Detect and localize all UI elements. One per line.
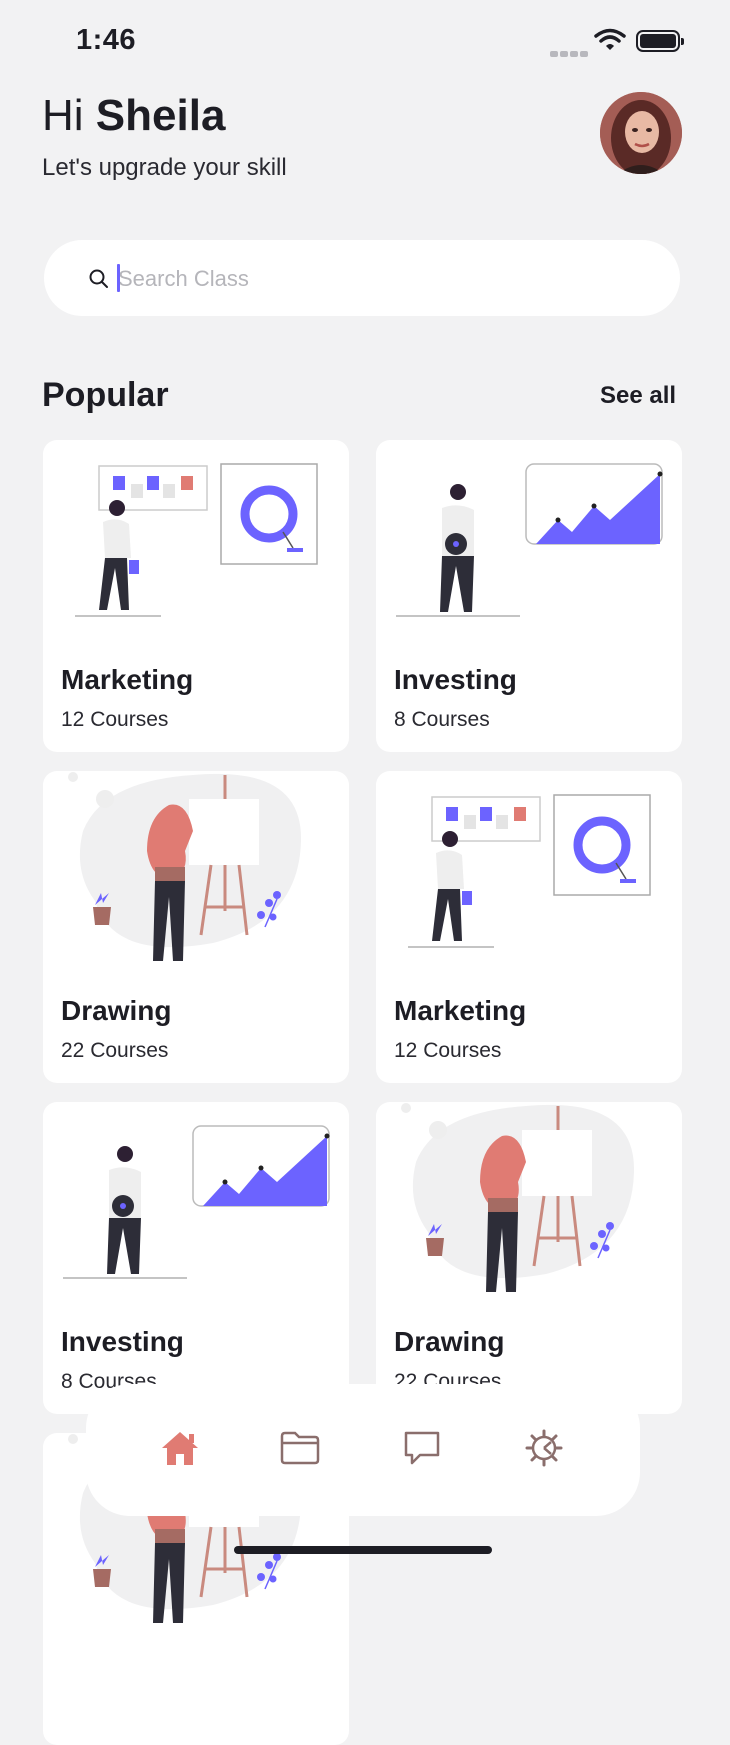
tab-home[interactable] [156, 1424, 204, 1472]
course-card-count: 12 Courses [394, 1039, 502, 1062]
marketing-illustration [408, 794, 651, 948]
status-bar: 1:46 [0, 0, 730, 80]
greeting-subtitle: Let's upgrade your skill [42, 154, 287, 181]
avatar[interactable] [600, 92, 682, 174]
marketing-illustration [75, 463, 318, 617]
bottom-tab-bar [86, 1384, 640, 1516]
course-card-investing[interactable]: Investing 8 Courses [376, 440, 682, 752]
text-caret [117, 264, 120, 292]
course-card-drawing[interactable]: Drawing 22 Courses [376, 1102, 682, 1414]
avatar-portrait [600, 92, 682, 174]
tab-messages[interactable] [398, 1424, 446, 1472]
status-time: 1:46 [76, 24, 137, 56]
course-card-title: Marketing [61, 664, 194, 695]
course-card-investing[interactable]: Investing 8 Courses [43, 1102, 349, 1414]
battery-icon [636, 30, 684, 52]
course-card-count: 8 Courses [394, 708, 490, 731]
course-card-title: Investing [61, 1326, 184, 1357]
course-card-count: 12 Courses [61, 708, 169, 731]
folder-icon [280, 1431, 320, 1465]
search-input[interactable] [116, 258, 640, 300]
settings-icon [525, 1429, 563, 1467]
wifi-icon [594, 28, 626, 50]
section-title: Popular [42, 376, 169, 414]
drawing-illustration [401, 1103, 635, 1292]
search-icon [89, 269, 108, 288]
course-card-marketing[interactable]: Marketing 12 Courses [376, 771, 682, 1083]
tab-settings[interactable] [520, 1424, 568, 1472]
course-card-title: Investing [394, 664, 517, 695]
course-card-marketing[interactable]: Marketing 12 Courses [43, 440, 349, 752]
course-card-title: Drawing [394, 1326, 505, 1357]
see-all-link[interactable]: See all [600, 382, 676, 410]
course-card-count: 22 Courses [61, 1039, 169, 1062]
course-card-drawing[interactable]: Drawing 22 Courses [43, 771, 349, 1083]
home-indicator [234, 1546, 492, 1554]
investing-illustration [63, 1125, 330, 1279]
tab-folder[interactable] [276, 1424, 324, 1472]
search-bar[interactable] [44, 240, 680, 316]
user-name: Sheila [95, 91, 226, 140]
home-icon [162, 1432, 198, 1465]
chat-icon [404, 1431, 440, 1465]
course-card-title: Marketing [394, 995, 527, 1026]
drawing-illustration [68, 772, 302, 961]
investing-illustration [396, 463, 663, 617]
greeting: Hi Sheila [42, 92, 225, 140]
course-card-title: Drawing [61, 995, 172, 1026]
greeting-prefix: Hi [42, 91, 84, 140]
cellular-signal-icon [550, 44, 590, 57]
